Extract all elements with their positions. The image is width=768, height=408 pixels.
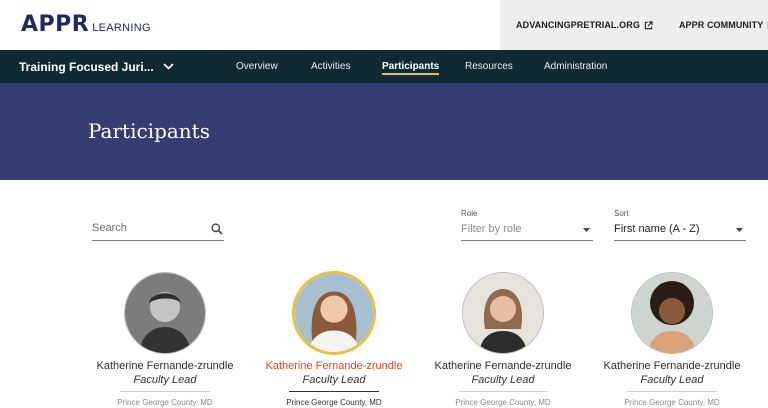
participant-name: Katherine Fernande-zrundle	[96, 360, 234, 372]
page-hero: Participants	[0, 83, 768, 180]
link-appr-community[interactable]: APPR COMMUNITY	[679, 20, 768, 30]
link-label: ADVANCINGPRETRIAL.ORG	[516, 20, 640, 30]
participant-name: Katherine Fernande-zrundle	[265, 360, 403, 372]
main-nav: Training Focused Juri... Overview Activi…	[0, 50, 768, 83]
top-bar: APPR LEARNING ADVANCINGPRETRIAL.ORG APPR…	[0, 0, 768, 50]
page-title: Participants	[88, 119, 210, 143]
participant-role: Faculty Lead	[133, 374, 197, 386]
sort-select[interactable]: Sort First name (A - Z)	[614, 209, 746, 242]
sort-label: Sort	[614, 209, 629, 218]
card-divider	[458, 391, 548, 392]
role-underline	[461, 240, 593, 241]
avatar	[631, 272, 713, 354]
participant-location: Prince George County, MD	[455, 398, 551, 407]
active-tab-underline	[382, 73, 440, 75]
external-links: ADVANCINGPRETRIAL.ORG APPR COMMUNITY	[500, 0, 768, 50]
avatar	[292, 271, 376, 355]
card-divider	[120, 391, 210, 392]
tab-overview[interactable]: Overview	[236, 50, 278, 83]
caret-down-icon	[583, 228, 590, 232]
jurisdiction-label: Training Focused Juri...	[19, 59, 154, 74]
avatar	[462, 272, 544, 354]
search-field	[92, 220, 224, 242]
jurisdiction-dropdown[interactable]: Training Focused Juri...	[19, 50, 174, 83]
participant-card[interactable]: Katherine Fernande-zrundle Faculty Lead …	[418, 272, 588, 408]
role-label: Role	[461, 209, 478, 218]
tab-activities[interactable]: Activities	[311, 50, 350, 83]
tab-participants-label: Participants	[382, 61, 440, 72]
sort-underline	[614, 240, 746, 241]
sort-select-value: First name (A - Z)	[614, 223, 700, 235]
logo-sub-text: LEARNING	[92, 22, 151, 34]
participant-role: Faculty Lead	[640, 374, 704, 386]
participant-card[interactable]: Katherine Fernande-zrundle Faculty Lead …	[587, 272, 757, 408]
participant-name: Katherine Fernande-zrundle	[434, 360, 572, 372]
appr-learning-logo[interactable]: APPR LEARNING	[21, 14, 151, 36]
participant-role: Faculty Lead	[471, 374, 535, 386]
external-link-icon	[644, 20, 653, 29]
chevron-down-icon	[163, 63, 174, 70]
participant-location: Prince George County, MD	[624, 398, 720, 407]
search-icon[interactable]	[211, 223, 223, 235]
participant-card[interactable]: Katherine Fernande-zrundle Faculty Lead …	[249, 271, 419, 408]
tab-participants[interactable]: Participants	[382, 50, 440, 83]
tab-administration[interactable]: Administration	[544, 50, 607, 83]
card-divider	[627, 391, 717, 392]
participant-role: Faculty Lead	[302, 374, 366, 386]
search-underline	[92, 240, 224, 241]
card-divider	[289, 391, 379, 392]
avatar	[124, 272, 206, 354]
participant-location: Prince George County, MD	[117, 398, 213, 407]
role-filter[interactable]: Role Filter by role	[461, 209, 593, 242]
participant-name: Katherine Fernande-zrundle	[603, 360, 741, 372]
caret-down-icon	[736, 228, 743, 232]
search-input[interactable]	[92, 222, 202, 234]
link-advancingpretrial[interactable]: ADVANCINGPRETRIAL.ORG	[516, 20, 653, 30]
tab-resources[interactable]: Resources	[465, 50, 513, 83]
participant-card[interactable]: Katherine Fernande-zrundle Faculty Lead …	[80, 272, 250, 408]
participant-location: Prince George County, MD	[286, 398, 382, 407]
logo-main-text: APPR	[21, 12, 90, 37]
role-select-value: Filter by role	[461, 223, 522, 235]
link-label: APPR COMMUNITY	[678, 20, 764, 30]
